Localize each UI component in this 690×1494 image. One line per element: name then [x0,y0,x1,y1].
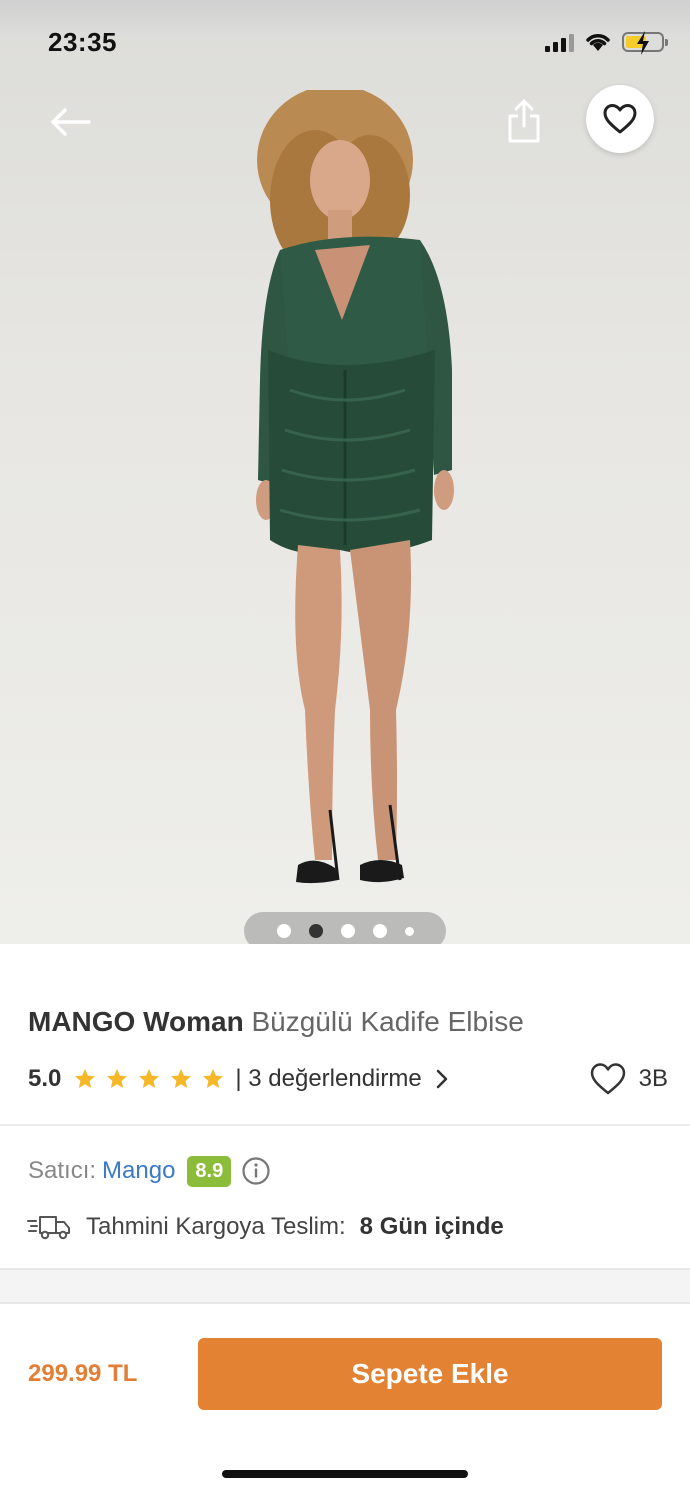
rating-value: 5.0 [28,1065,62,1092]
product-photo [256,90,454,884]
status-time: 23:35 [48,27,117,57]
cellular-signal-icon [545,32,574,52]
battery-icon [622,31,668,55]
reviews-link[interactable]: | 3 değerlendirme [235,1065,447,1093]
shipping-row: Tahmini Kargoya Teslim: 8 Gün içinde [26,1210,504,1244]
arrow-left-icon [51,108,91,136]
star-icon [171,1069,192,1088]
product-price: 299.99 TL [28,1360,138,1387]
chevron-right-icon [436,1069,447,1089]
product-name: Büzgülü Kadife Elbise [251,1006,524,1037]
home-indicator[interactable] [222,1470,468,1478]
share-icon [508,99,540,143]
star-icon [203,1069,224,1088]
delivery-truck-icon [27,1216,70,1240]
star-icon [75,1069,96,1088]
product-image-gallery[interactable]: 23:35 [0,0,690,944]
product-brand[interactable]: MANGO Woman [28,1006,244,1037]
add-to-cart-button[interactable]: Sepete Ekle [198,1338,662,1410]
pager-dot[interactable] [340,924,355,938]
star-icon [107,1069,128,1088]
heart-outline-icon [590,1063,625,1095]
pager-dot[interactable] [404,926,414,936]
review-count-text: | 3 değerlendirme [235,1065,422,1092]
star-icon [139,1069,160,1088]
pager-dot[interactable] [276,924,291,938]
share-button[interactable] [500,96,548,146]
wifi-icon [586,34,610,51]
heart-outline-icon [603,104,637,134]
rating-row: 5.0 | 3 değerlendirme 3B [28,1062,668,1096]
seller-row: Satıcı: Mango 8.9 [28,1154,271,1188]
pager-dot[interactable] [372,924,387,938]
pager-dot-active[interactable] [308,924,323,938]
info-icon[interactable] [241,1156,271,1186]
favorite-count-button[interactable]: 3B [589,1062,668,1096]
seller-score-badge: 8.9 [187,1155,232,1187]
favorite-count: 3B [638,1065,668,1092]
divider [0,1124,690,1126]
product-title: MANGO Woman Büzgülü Kadife Elbise [28,1006,524,1038]
shipping-value: 8 Gün içinde [359,1213,504,1240]
status-icons [545,30,668,55]
rating-stars [73,1067,225,1091]
section-separator [0,1268,690,1304]
seller-link[interactable]: Mango [102,1157,175,1185]
shipping-label: Tahmini Kargoya Teslim: [86,1213,346,1240]
seller-label: Satıcı: [28,1157,97,1184]
favorite-button[interactable] [586,85,654,153]
gallery-pager[interactable] [244,912,446,944]
back-button[interactable] [44,98,96,146]
